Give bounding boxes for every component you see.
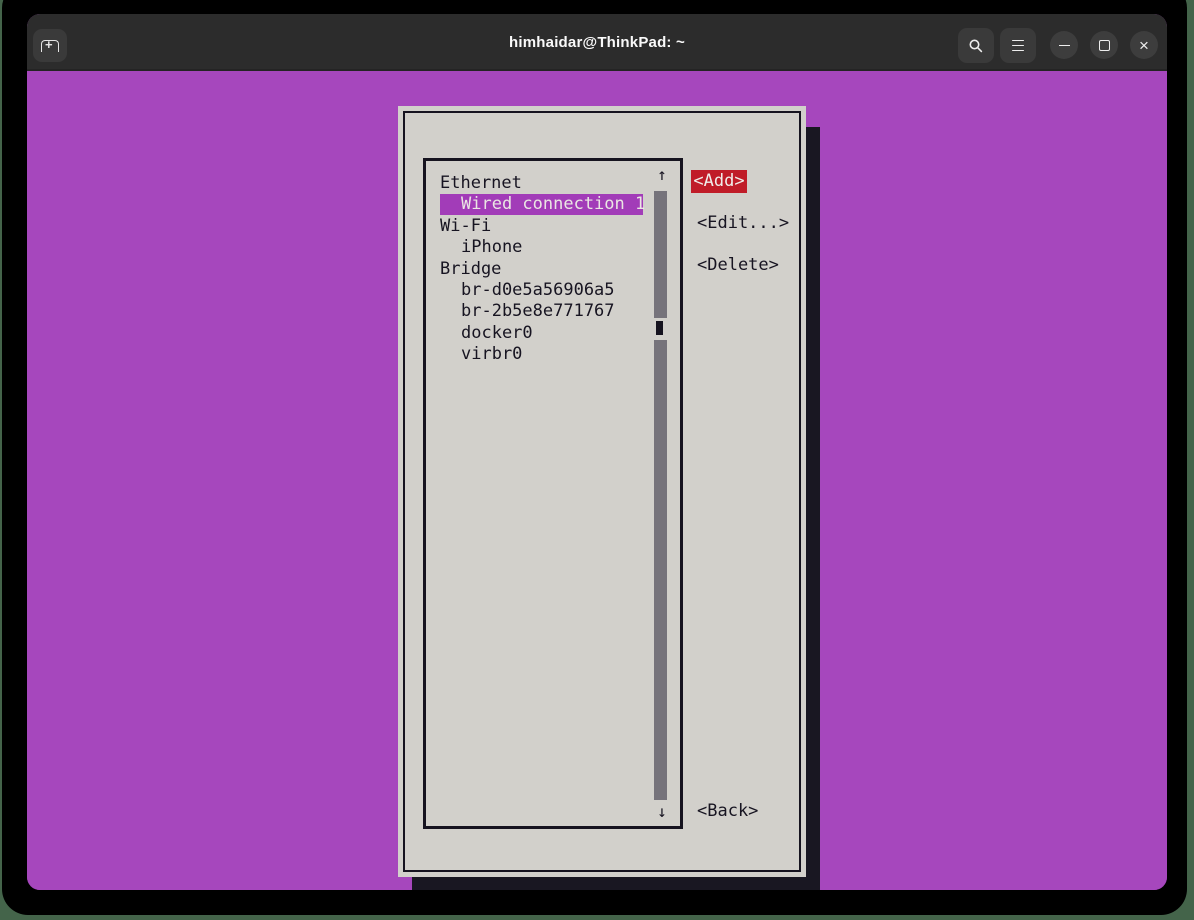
- connection-item[interactable]: br-2b5e8e771767: [440, 301, 615, 322]
- scrollbar-track-upper[interactable]: [654, 191, 667, 318]
- terminal-window: + himhaidar@ThinkPad: ~ ×: [27, 14, 1167, 890]
- scroll-down-icon[interactable]: ↓: [654, 801, 670, 822]
- window-title: himhaidar@ThinkPad: ~: [27, 34, 1167, 51]
- connection-group-label: Bridge: [440, 259, 501, 280]
- connection-group-label: Ethernet: [440, 173, 522, 194]
- connection-group-label: Wi-Fi: [440, 216, 491, 237]
- connection-item[interactable]: docker0: [440, 323, 533, 344]
- edit-button[interactable]: <Edit...>: [697, 213, 789, 234]
- back-button[interactable]: <Back>: [697, 801, 758, 822]
- connection-item[interactable]: Wired connection 1: [440, 194, 643, 215]
- close-button[interactable]: ×: [1130, 31, 1158, 59]
- search-icon: [968, 38, 984, 54]
- maximize-button[interactable]: [1090, 31, 1118, 59]
- titlebar: + himhaidar@ThinkPad: ~ ×: [27, 14, 1167, 71]
- search-button[interactable]: [958, 28, 994, 63]
- connection-item[interactable]: br-d0e5a56906a5: [440, 280, 615, 301]
- scroll-up-icon[interactable]: ↑: [654, 164, 670, 185]
- nmtui-dialog: ↑ ↓ EthernetWired connection 1Wi-FiiPhon…: [398, 106, 806, 877]
- menu-button[interactable]: [1000, 28, 1036, 63]
- scrollbar-track-lower[interactable]: [654, 340, 667, 800]
- delete-button[interactable]: <Delete>: [697, 255, 779, 276]
- connection-item[interactable]: iPhone: [440, 237, 522, 258]
- maximize-icon: [1099, 40, 1110, 51]
- scrollbar-thumb[interactable]: [656, 321, 663, 335]
- minimize-button[interactable]: [1050, 31, 1078, 59]
- close-icon: ×: [1139, 37, 1149, 54]
- connection-item[interactable]: virbr0: [440, 344, 522, 365]
- hamburger-menu-icon: [1012, 40, 1024, 52]
- minimize-icon: [1059, 45, 1070, 46]
- add-button[interactable]: <Add>: [691, 170, 747, 193]
- connection-list: ↑ ↓ EthernetWired connection 1Wi-FiiPhon…: [423, 158, 683, 829]
- terminal-viewport[interactable]: ↑ ↓ EthernetWired connection 1Wi-FiiPhon…: [27, 71, 1167, 890]
